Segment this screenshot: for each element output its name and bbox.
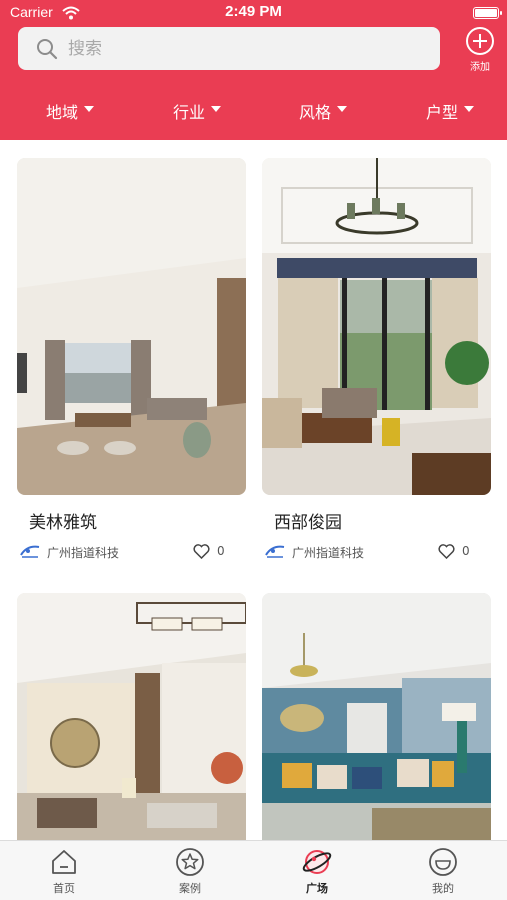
filter-industry[interactable]: 行业 bbox=[173, 96, 222, 126]
battery-icon bbox=[473, 7, 502, 19]
filter-label: 地域 bbox=[46, 103, 79, 122]
company-logo-icon bbox=[19, 543, 41, 563]
filter-label: 风格 bbox=[299, 103, 332, 122]
company-name: 广州指道科技 bbox=[47, 546, 120, 560]
planet-icon bbox=[282, 847, 352, 877]
filter-bar: 地域 行业 风格 户型 bbox=[0, 96, 507, 128]
add-label: 添加 bbox=[470, 62, 490, 73]
tab-label: 首页 bbox=[53, 882, 75, 895]
tab-mine[interactable]: 我的 bbox=[408, 847, 478, 896]
tab-label: 我的 bbox=[432, 882, 454, 895]
tab-home[interactable]: 首页 bbox=[29, 847, 99, 896]
star-icon bbox=[155, 847, 225, 877]
clock: 2:49 PM bbox=[225, 3, 282, 20]
caret-down-icon bbox=[211, 106, 222, 112]
filter-label: 行业 bbox=[173, 103, 206, 122]
tab-square[interactable]: 广场 bbox=[282, 847, 352, 896]
smiley-icon bbox=[408, 847, 478, 877]
search-icon bbox=[36, 38, 58, 64]
caret-down-icon bbox=[464, 106, 475, 112]
filter-style[interactable]: 风格 bbox=[299, 96, 348, 126]
card-title: 美林雅筑 bbox=[29, 513, 97, 533]
caret-down-icon bbox=[84, 106, 95, 112]
tab-bar: 首页 案例 广场 我的 bbox=[0, 840, 507, 900]
home-icon bbox=[29, 847, 99, 877]
plus-circle-icon bbox=[460, 26, 500, 56]
heart-icon[interactable] bbox=[193, 544, 210, 563]
card-meta: 广州指道科技 0 bbox=[262, 540, 491, 562]
chinese-style-living-room-photo[interactable] bbox=[17, 593, 246, 840]
card-title: 西部俊园 bbox=[274, 513, 342, 533]
card-meta: 广州指道科技 0 bbox=[17, 540, 246, 562]
living-room-minimal-photo[interactable] bbox=[17, 158, 246, 495]
tab-label: 广场 bbox=[306, 882, 328, 895]
company-logo-icon bbox=[264, 543, 286, 563]
like-count: 0 bbox=[462, 544, 470, 558]
header-bar: Carrier 2:49 PM 添加 地域 行业 风格 户型 bbox=[0, 0, 507, 140]
tab-label: 案例 bbox=[179, 882, 201, 895]
company-name: 广州指道科技 bbox=[292, 546, 365, 560]
search-input[interactable] bbox=[68, 27, 418, 70]
add-button[interactable]: 添加 bbox=[460, 26, 500, 74]
status-bar: Carrier 2:49 PM bbox=[0, 0, 507, 28]
heart-icon[interactable] bbox=[438, 544, 455, 563]
caret-down-icon bbox=[337, 106, 348, 112]
tab-cases[interactable]: 案例 bbox=[155, 847, 225, 896]
filter-region[interactable]: 地域 bbox=[46, 96, 95, 126]
living-room-chandelier-photo[interactable] bbox=[262, 158, 491, 495]
like-count: 0 bbox=[217, 544, 225, 558]
search-bar[interactable] bbox=[18, 27, 440, 70]
filter-layout[interactable]: 户型 bbox=[426, 96, 475, 126]
blue-sofa-living-room-photo[interactable] bbox=[262, 593, 491, 840]
filter-label: 户型 bbox=[426, 103, 459, 122]
